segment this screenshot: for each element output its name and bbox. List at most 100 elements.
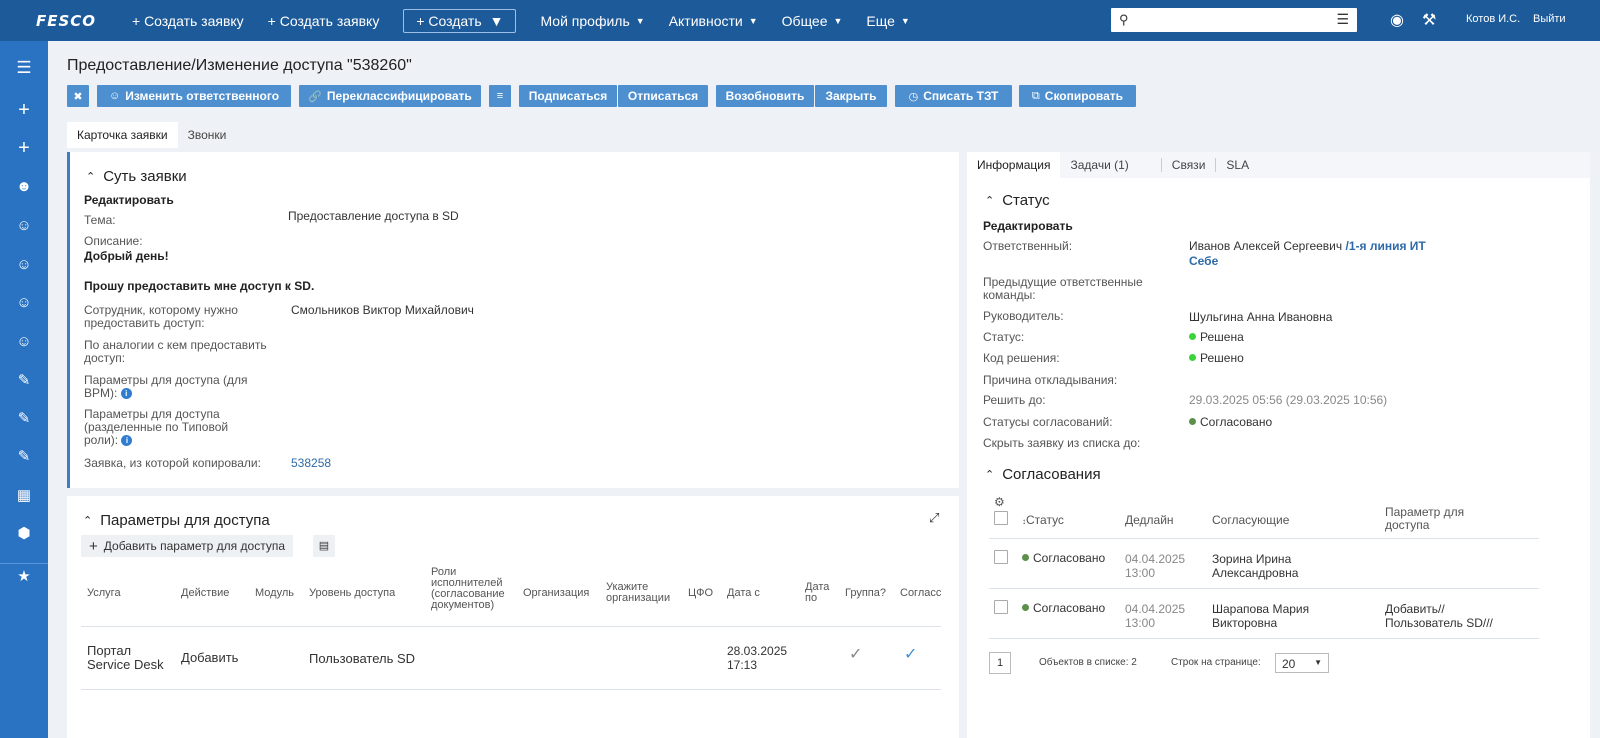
copied-from-link[interactable]: 538258 <box>291 457 331 470</box>
document-check-icon[interactable]: ✎ <box>0 371 48 389</box>
params-section-header[interactable]: ⌃ Параметры для доступа <box>83 512 270 529</box>
tab-info[interactable]: Информация <box>967 152 1061 178</box>
info-icon[interactable]: i <box>121 435 133 446</box>
approvals-status-text: Согласовано <box>1200 415 1273 429</box>
col-action[interactable]: Действие <box>181 588 229 599</box>
col-param[interactable]: Параметр для доступа <box>1385 506 1495 532</box>
nav-create-dropdown[interactable]: + Создать ▼ <box>403 8 517 33</box>
manager-label: Руководитель: <box>983 309 1064 323</box>
expand-icon[interactable]: ⤢ <box>929 510 939 526</box>
topic-label: Тема: <box>84 213 116 227</box>
total-value: 2 <box>1131 657 1137 668</box>
tab-sla[interactable]: SLA <box>1216 152 1259 178</box>
import-param-button[interactable]: ▤ <box>313 535 335 557</box>
col-service[interactable]: Услуга <box>87 588 121 599</box>
user-name[interactable]: Котов И.С. <box>1466 13 1520 25</box>
user-forward-icon[interactable]: ☺ <box>0 294 48 311</box>
tab-request-card[interactable]: Карточка заявки <box>67 122 178 148</box>
nav-general[interactable]: Общее ▼ <box>770 13 855 29</box>
page-number[interactable]: 1 <box>989 652 1011 674</box>
plus-icon[interactable]: + <box>0 137 48 160</box>
resume-button[interactable]: Возобновить <box>716 85 814 107</box>
essence-section-header[interactable]: ⌃ Суть заявки <box>86 168 187 185</box>
bar-chart-icon[interactable]: ▦ <box>0 486 48 504</box>
tab-links[interactable]: Связи <box>1162 152 1216 178</box>
col-module[interactable]: Модуль <box>255 588 294 599</box>
nav-create-request-2[interactable]: + Создать заявку <box>256 13 392 29</box>
gear-icon[interactable]: ⚙ <box>994 495 1005 509</box>
row-checkbox[interactable] <box>994 550 1008 564</box>
approvals-section-header[interactable]: ⌃ Согласования <box>985 466 1101 483</box>
tab-calls[interactable]: Звонки <box>178 122 237 148</box>
button-label: Списать ТЗТ <box>923 89 999 103</box>
col-organization[interactable]: Организация <box>523 588 589 599</box>
user-assign-icon[interactable]: ☺ <box>0 217 48 234</box>
filter-settings-icon[interactable]: ☰ <box>1336 11 1349 28</box>
user-forward-icon[interactable]: ☺ <box>0 256 48 273</box>
responsible-team-link[interactable]: /1-я линия ИТ <box>1345 239 1425 253</box>
col-level[interactable]: Уровень доступа <box>309 588 395 599</box>
col-roles[interactable]: Роли исполнителей (согласование документ… <box>431 567 513 611</box>
section-title: Параметры для доступа <box>100 512 270 529</box>
document-check-icon[interactable]: ✎ <box>0 447 48 465</box>
nav-my-profile[interactable]: Мой профиль ▼ <box>528 13 656 29</box>
col-deadline[interactable]: Дедлайн <box>1125 514 1174 527</box>
col-agreed[interactable]: Согласс <box>900 588 942 599</box>
user-switch-icon: ☺ <box>108 90 121 102</box>
hexagon-icon[interactable]: ⬢ <box>0 524 48 542</box>
copy-button[interactable]: ⧉ Скопировать <box>1019 85 1136 107</box>
per-page-select[interactable]: 20 ▼ <box>1275 653 1329 673</box>
info-icon[interactable]: i <box>120 388 132 399</box>
clock-icon: ◷ <box>908 90 919 103</box>
col-cfo[interactable]: ЦФО <box>688 588 713 599</box>
status-dot <box>1022 604 1029 611</box>
status-value: Решена <box>1189 331 1244 344</box>
button-label: Переклассифицировать <box>326 89 472 103</box>
assign-self-link[interactable]: Себе <box>1189 255 1218 268</box>
status-section-header[interactable]: ⌃ Статус <box>985 192 1050 209</box>
col-status[interactable]: ↕Статус <box>1022 514 1064 528</box>
add-param-button[interactable]: + Добавить параметр для доступа <box>81 535 293 557</box>
reclassify-button[interactable]: 🔗 Переклассифицировать <box>299 85 481 107</box>
params-card: ⌃ Параметры для доступа ⤢ + Добавить пар… <box>67 496 959 738</box>
subscribe-button[interactable]: Подписаться <box>519 85 617 107</box>
chevron-down-icon: ▼ <box>900 15 910 26</box>
tools-icon[interactable]: ⚒ <box>1422 10 1436 30</box>
nav-activities[interactable]: Активности ▼ <box>657 13 770 29</box>
hide-eye-icon[interactable]: ◉ <box>1390 10 1404 30</box>
nav-more[interactable]: Еще ▼ <box>854 13 921 29</box>
col-approvers[interactable]: Согласующие <box>1212 514 1289 527</box>
user-forward-icon[interactable]: ☺ <box>0 333 48 350</box>
edit-link[interactable]: Редактировать <box>84 193 174 207</box>
change-responsible-button[interactable]: ☺ Изменить ответственного <box>97 85 291 107</box>
section-title: Суть заявки <box>103 168 187 185</box>
write-off-time-button[interactable]: ◷ Списать ТЗТ <box>895 85 1012 107</box>
logo[interactable]: FESCO <box>0 12 120 30</box>
tab-tasks[interactable]: Задачи (1) <box>1060 152 1138 178</box>
users-icon[interactable]: ☻ <box>0 178 48 195</box>
star-icon[interactable]: ★ <box>0 567 48 585</box>
status-dot <box>1189 418 1196 425</box>
col-date-from[interactable]: Дата с <box>727 588 760 599</box>
plus-icon[interactable]: + <box>0 99 48 122</box>
select-all-checkbox[interactable] <box>994 511 1008 525</box>
nav-create-request-1[interactable]: + Создать заявку <box>120 13 256 29</box>
logout-link[interactable]: Выйти <box>1533 13 1566 25</box>
more-actions-button[interactable]: ≡ <box>489 85 511 107</box>
section-title: Статус <box>1002 192 1050 209</box>
edit-link[interactable]: Редактировать <box>983 219 1073 233</box>
close-button[interactable]: Закрыть <box>815 85 887 107</box>
cancel-button[interactable]: ✖ <box>67 85 89 107</box>
col-date-to[interactable]: Дата по <box>805 582 837 604</box>
unsubscribe-button[interactable]: Отписаться <box>618 85 708 107</box>
col-group[interactable]: Группа? <box>845 588 886 599</box>
search-input[interactable]: ⚲ ☰ <box>1111 8 1357 32</box>
document-check-icon[interactable]: ✎ <box>0 409 48 427</box>
page-title: Предоставление/Изменение доступа "538260… <box>67 57 412 74</box>
analogy-label: По аналогии с кем предоставить доступ: <box>84 338 267 365</box>
params-bpm-label: Параметры для доступа (для BPM): i <box>84 374 274 400</box>
row-status-text: Согласовано <box>1033 551 1106 565</box>
row-checkbox[interactable] <box>994 600 1008 614</box>
col-organizations[interactable]: Укажите организации <box>606 582 680 604</box>
menu-icon[interactable]: ☰ <box>0 58 48 78</box>
